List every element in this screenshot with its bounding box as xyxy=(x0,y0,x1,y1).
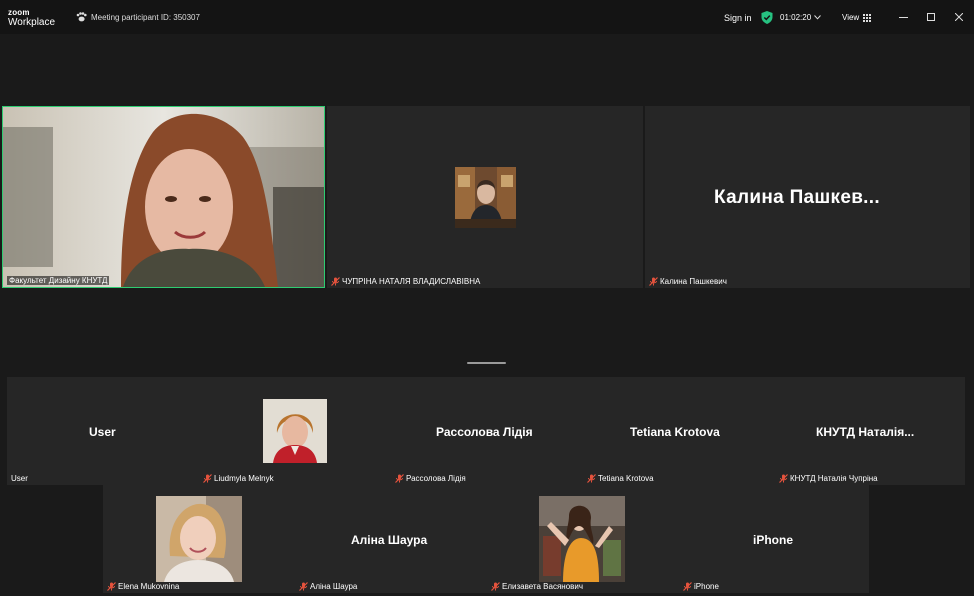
mic-muted-icon xyxy=(649,277,658,286)
mic-muted-icon xyxy=(395,474,404,483)
view-button[interactable]: View xyxy=(842,13,872,22)
participant-name: КНУТД Наталія Чупріна xyxy=(790,474,878,483)
maximize-icon[interactable] xyxy=(924,10,938,24)
mic-muted-icon xyxy=(587,474,596,483)
sign-in-button[interactable]: Sign in xyxy=(724,13,752,23)
participant-name-tag: Елизавета Васянович xyxy=(491,582,583,591)
participant-name: ЧУПРІНА НАТАЛЯ ВЛАДИСЛАВІВНА xyxy=(342,277,481,286)
participant-display-name: User xyxy=(89,425,116,439)
participant-name: Tetiana Krotova xyxy=(598,474,654,483)
participant-name-tag: КНУТД Наталія Чупріна xyxy=(779,474,878,483)
mic-muted-icon xyxy=(491,582,500,591)
participant-name: Liudmyla Melnyk xyxy=(214,474,274,483)
shield-icon[interactable] xyxy=(761,11,773,29)
minimize-icon[interactable] xyxy=(896,10,910,24)
video-tile-chuprina[interactable]: ЧУПРІНА НАТАЛЯ ВЛАДИСЛАВІВНА xyxy=(327,106,643,288)
participant-name-tag: Факультет Дизайну КНУТД xyxy=(7,276,110,285)
participant-display-name: iPhone xyxy=(753,533,794,547)
participant-name-tag: Аліна Шаура xyxy=(299,582,357,591)
grid-icon xyxy=(863,13,872,22)
participant-name-tag: Tetiana Krotova xyxy=(587,474,654,483)
participant-name: User xyxy=(11,474,28,483)
video-tile-user[interactable]: User User xyxy=(7,377,199,485)
mic-muted-icon xyxy=(299,582,308,591)
resize-handle[interactable] xyxy=(467,362,506,364)
participant-display-name: Калина Пашкев... xyxy=(714,187,880,208)
meeting-id-text: Meeting participant ID: 350307 xyxy=(91,12,200,22)
video-tile-knutd[interactable]: КНУТД Наталія... КНУТД Наталія Чупріна xyxy=(775,377,965,485)
video-tile-kalyna[interactable]: Калина Пашкев... Калина Пашкевич xyxy=(645,106,970,288)
view-label: View xyxy=(842,13,860,22)
mic-muted-icon xyxy=(683,582,692,591)
participant-avatar xyxy=(455,167,516,228)
participant-name-tag: Рассолова Лідія xyxy=(395,474,466,483)
video-tile-tetiana[interactable]: Tetiana Krotova Tetiana Krotova xyxy=(583,377,775,485)
video-tile-rassolova[interactable]: Рассолова Лідія Рассолова Лідія xyxy=(391,377,583,485)
participant-name-tag: Elena Mukovnina xyxy=(107,582,179,591)
mic-muted-icon xyxy=(107,582,116,591)
close-icon[interactable] xyxy=(952,10,966,24)
video-tile-liudmyla[interactable] xyxy=(199,377,391,485)
participant-name: Калина Пашкевич xyxy=(660,277,727,286)
video-tile-elyzaveta[interactable]: Елизавета Васянович xyxy=(487,485,679,593)
participant-avatar xyxy=(539,496,625,582)
video-tile-faculty[interactable]: Факультет Дизайну КНУТД xyxy=(2,106,325,288)
participant-avatar xyxy=(156,496,242,582)
gallery-row-middle: User User Liudmyla Melnyk Рассолова Ліді… xyxy=(7,377,965,485)
participant-display-name: Рассолова Лідія xyxy=(436,425,533,439)
participant-name: Аліна Шаура xyxy=(310,582,358,591)
participant-name-tag: Калина Пашкевич xyxy=(649,277,727,286)
mic-muted-icon xyxy=(203,474,212,483)
participant-name: Факультет Дизайну КНУТД xyxy=(9,276,108,285)
participant-name: iPhone xyxy=(694,582,719,591)
participant-name-tag: User xyxy=(11,474,28,483)
gallery-row-bottom: Elena Mukovnina Аліна Шаура Аліна Шаура … xyxy=(103,485,869,593)
meeting-timer[interactable]: 01:02:20 xyxy=(780,13,822,22)
participant-avatar xyxy=(263,399,327,463)
video-tile-elena[interactable]: Elena Mukovnina xyxy=(103,485,295,593)
meeting-id[interactable]: Meeting participant ID: 350307 xyxy=(76,12,200,22)
participant-name: Рассолова Лідія xyxy=(406,474,466,483)
mic-muted-icon xyxy=(331,277,340,286)
timer-text: 01:02:20 xyxy=(780,13,812,22)
video-tile-iphone[interactable]: iPhone iPhone xyxy=(679,485,869,593)
video-tile-alina[interactable]: Аліна Шаура Аліна Шаура xyxy=(295,485,487,593)
participant-name-tag: Liudmyla Melnyk xyxy=(203,474,274,483)
paw-icon xyxy=(76,12,87,22)
brand-line-2: Workplace xyxy=(8,17,56,28)
participant-name-tag: iPhone xyxy=(683,582,719,591)
participant-display-name: КНУТД Наталія... xyxy=(816,425,915,439)
zoom-logo: zoom Workplace xyxy=(8,8,55,28)
participant-display-name: Аліна Шаура xyxy=(351,533,428,547)
participant-name: Elena Mukovnina xyxy=(118,582,180,591)
participant-name-tag: ЧУПРІНА НАТАЛЯ ВЛАДИСЛАВІВНА xyxy=(331,277,480,286)
mic-muted-icon xyxy=(779,474,788,483)
participant-video xyxy=(3,107,324,287)
chevron-down-icon xyxy=(814,15,822,20)
participant-name: Елизавета Васянович xyxy=(502,582,584,591)
title-bar: zoom Workplace Meeting participant ID: 3… xyxy=(0,0,974,34)
participant-display-name: Tetiana Krotova xyxy=(630,425,720,439)
